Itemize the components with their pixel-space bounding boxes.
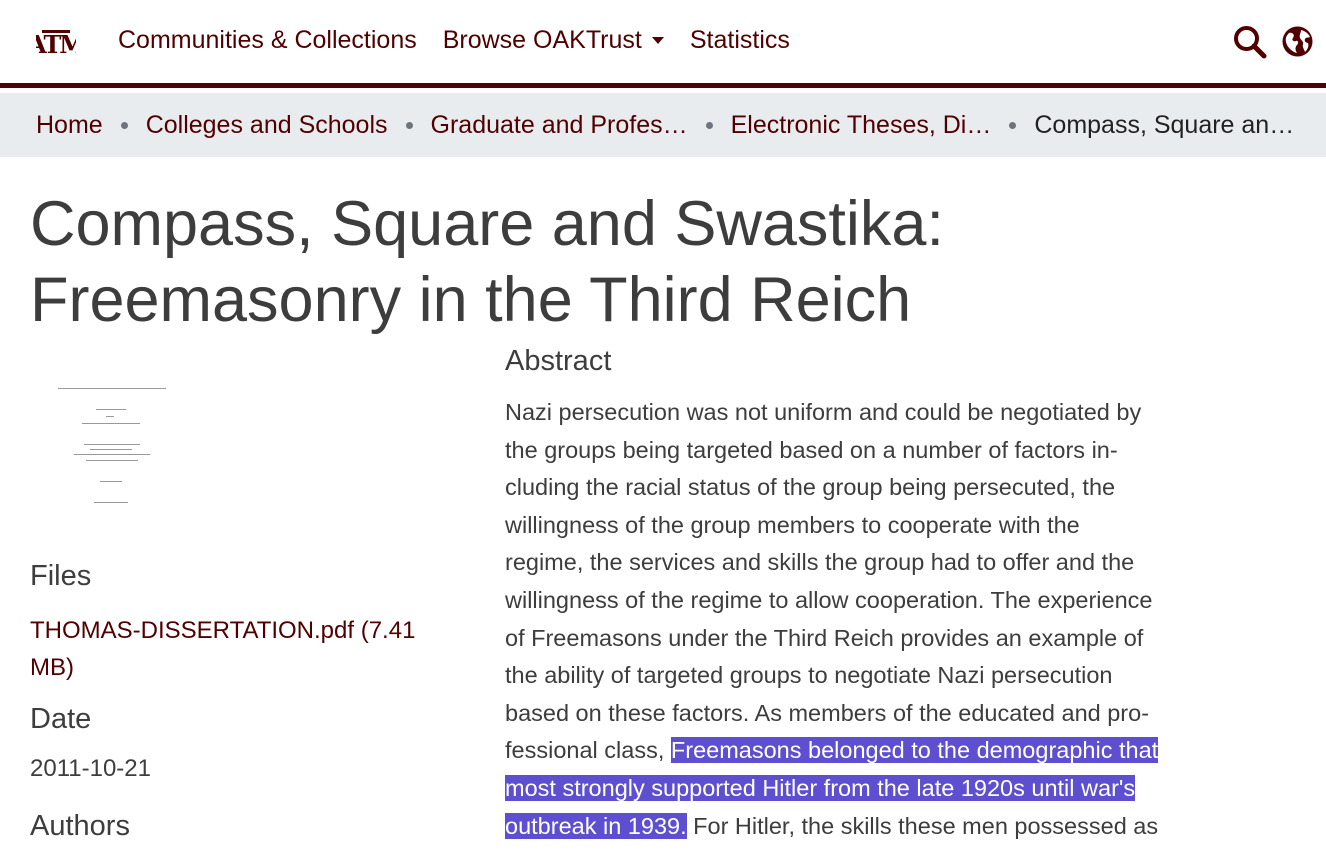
nav-communities-collections[interactable]: Communities & Collections (118, 26, 417, 55)
svg-text:ATM: ATM (36, 30, 76, 59)
breadcrumb-home[interactable]: Home (36, 111, 103, 140)
breadcrumb-colleges-schools[interactable]: Colleges and Schools (146, 111, 388, 140)
file-download-link[interactable]: THOMAS-DISSERTATION.pdf (7.41 MB) (30, 612, 450, 686)
abstract-text-after: For Hitler, the skills these men possess… (686, 812, 1159, 839)
files-heading: Files (30, 560, 92, 592)
chevron-down-icon (651, 37, 664, 44)
page-title: Compass, Square and Swastika: Freemasonr… (30, 189, 944, 335)
breadcrumb-separator (1009, 121, 1017, 129)
date-heading: Date (30, 703, 92, 735)
authors-heading: Authors (30, 810, 130, 842)
date-value: 2011-10-21 (30, 755, 151, 782)
site-header: ATM Communities & Collections Browse OAK… (0, 0, 1326, 88)
globe-language-icon[interactable] (1281, 25, 1314, 58)
breadcrumb-separator (120, 121, 128, 129)
tamu-logo[interactable]: ATM (27, 26, 87, 60)
abstract-text: Nazi persecution was not uniform and cou… (505, 394, 1185, 845)
breadcrumb-graduate-professional[interactable]: Graduate and Profes… (431, 111, 688, 140)
nav-browse-oaktrust[interactable]: Browse OAKTrust (443, 26, 664, 55)
breadcrumb-electronic-theses[interactable]: Electronic Theses, Di… (731, 111, 992, 140)
document-thumbnail[interactable] (44, 378, 184, 513)
nav-statistics[interactable]: Statistics (690, 26, 790, 55)
breadcrumb-separator (405, 121, 413, 129)
breadcrumb-current-item: Compass, Square an… (1034, 110, 1295, 139)
main-nav: Communities & Collections Browse OAKTrus… (118, 26, 790, 55)
nav-label: Browse OAKTrust (442, 26, 642, 54)
abstract-heading: Abstract (505, 345, 612, 377)
abstract-text-before: Nazi persecution was not uniform and cou… (505, 399, 1153, 764)
breadcrumb-separator (705, 121, 713, 129)
search-icon[interactable] (1233, 25, 1267, 59)
nav-label: Communities & Collections (118, 26, 417, 54)
nav-label: Statistics (689, 26, 790, 54)
breadcrumb: Home Colleges and Schools Graduate and P… (0, 93, 1326, 157)
